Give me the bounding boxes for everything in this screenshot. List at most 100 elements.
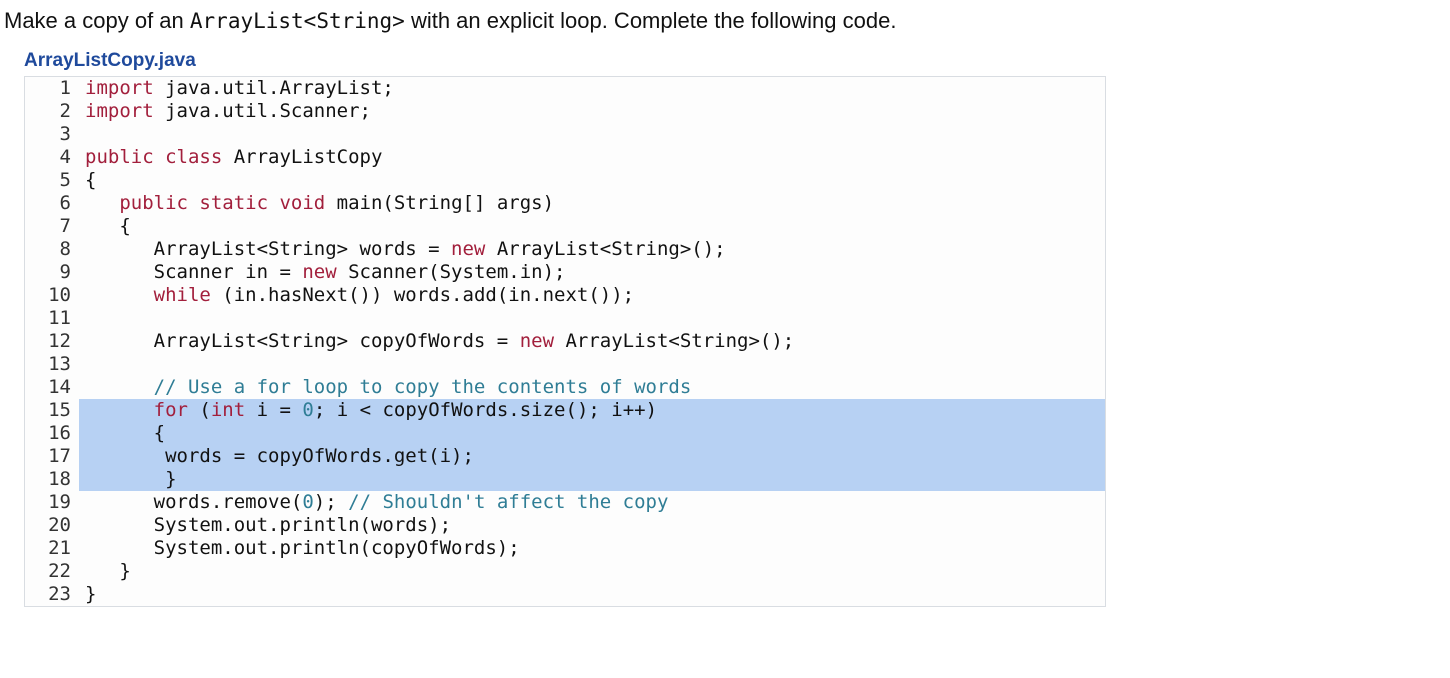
code-token: for [154,399,188,421]
code-content[interactable]: for (int i = 0; i < copyOfWords.size(); … [79,399,1105,422]
code-line[interactable]: 19 words.remove(0); // Shouldn't affect … [25,491,1105,514]
code-line[interactable]: 15 for (int i = 0; i < copyOfWords.size(… [25,399,1105,422]
line-number: 3 [25,123,79,146]
code-content[interactable]: Scanner in = new Scanner(System.in); [79,261,1105,284]
line-number: 14 [25,376,79,399]
code-token: 0 [302,491,313,513]
code-token: ArrayListCopy [222,146,382,168]
code-content[interactable] [79,307,1105,330]
code-line[interactable]: 12 ArrayList<String> copyOfWords = new A… [25,330,1105,353]
code-editor[interactable]: 1import java.util.ArrayList;2import java… [24,76,1106,607]
code-content[interactable]: { [79,215,1105,238]
code-content[interactable]: public class ArrayListCopy [79,146,1105,169]
line-number: 22 [25,560,79,583]
code-line[interactable]: 9 Scanner in = new Scanner(System.in); [25,261,1105,284]
code-token: } [85,468,177,490]
code-token: } [85,583,96,605]
instruction-mono: ArrayList<String> [190,9,405,33]
code-token: words = copyOfWords.get(i); [85,445,474,467]
code-token: } [85,560,131,582]
code-token: new [451,238,485,260]
code-token: // Shouldn't affect the copy [348,491,668,513]
code-token: { [85,422,165,444]
code-line[interactable]: 14 // Use a for loop to copy the content… [25,376,1105,399]
line-number: 10 [25,284,79,307]
code-token: import [85,100,154,122]
line-number: 20 [25,514,79,537]
code-line[interactable]: 23} [25,583,1105,606]
code-line[interactable]: 4public class ArrayListCopy [25,146,1105,169]
code-line[interactable]: 18 } [25,468,1105,491]
code-line[interactable]: 5{ [25,169,1105,192]
code-content[interactable]: // Use a for loop to copy the contents o… [79,376,1105,399]
code-token: public static void [119,192,325,214]
line-number: 11 [25,307,79,330]
code-content[interactable]: import java.util.ArrayList; [79,77,1105,100]
code-token: ArrayList<String> copyOfWords = [85,330,520,352]
code-token: 0 [302,399,313,421]
code-content[interactable]: } [79,560,1105,583]
code-token: i = [245,399,302,421]
code-content[interactable] [79,353,1105,376]
code-token: Scanner in = [85,261,302,283]
code-line[interactable]: 17 words = copyOfWords.get(i); [25,445,1105,468]
line-number: 13 [25,353,79,376]
code-content[interactable]: } [79,468,1105,491]
code-token: main(String[] args) [325,192,554,214]
code-token [85,284,154,306]
code-token: java.util.ArrayList; [154,77,394,99]
code-token: { [85,169,96,191]
code-content[interactable]: public static void main(String[] args) [79,192,1105,215]
line-number: 6 [25,192,79,215]
code-content[interactable]: ArrayList<String> words = new ArrayList<… [79,238,1105,261]
code-content[interactable]: } [79,583,1105,606]
code-token [85,376,154,398]
code-token: new [302,261,336,283]
code-content[interactable]: { [79,422,1105,445]
code-line[interactable]: 2import java.util.Scanner; [25,100,1105,123]
code-line[interactable]: 10 while (in.hasNext()) words.add(in.nex… [25,284,1105,307]
code-line[interactable]: 1import java.util.ArrayList; [25,77,1105,100]
code-line[interactable]: 7 { [25,215,1105,238]
code-line[interactable]: 21 System.out.println(copyOfWords); [25,537,1105,560]
code-content[interactable]: System.out.println(copyOfWords); [79,537,1105,560]
code-token: // Use a for loop to copy the contents o… [154,376,692,398]
code-token [85,192,119,214]
code-content[interactable]: words.remove(0); // Shouldn't affect the… [79,491,1105,514]
line-number: 7 [25,215,79,238]
code-token: ArrayList<String> words = [85,238,451,260]
code-line[interactable]: 11 [25,307,1105,330]
code-line[interactable]: 20 System.out.println(words); [25,514,1105,537]
code-token: ( [188,399,211,421]
code-content[interactable]: while (in.hasNext()) words.add(in.next()… [79,284,1105,307]
code-content[interactable]: import java.util.Scanner; [79,100,1105,123]
code-line[interactable]: 13 [25,353,1105,376]
code-content[interactable]: System.out.println(words); [79,514,1105,537]
code-line[interactable]: 3 [25,123,1105,146]
code-token: System.out.println(words); [85,514,451,536]
code-token: public class [85,146,222,168]
line-number: 17 [25,445,79,468]
line-number: 16 [25,422,79,445]
code-content[interactable]: words = copyOfWords.get(i); [79,445,1105,468]
code-line[interactable]: 6 public static void main(String[] args) [25,192,1105,215]
code-content[interactable] [79,123,1105,146]
code-line[interactable]: 16 { [25,422,1105,445]
code-token: ArrayList<String>(); [485,238,725,260]
line-number: 5 [25,169,79,192]
code-token: new [520,330,554,352]
code-token: (in.hasNext()) words.add(in.next()); [211,284,634,306]
code-line[interactable]: 8 ArrayList<String> words = new ArrayLis… [25,238,1105,261]
line-number: 8 [25,238,79,261]
line-number: 1 [25,77,79,100]
code-token: Scanner(System.in); [337,261,566,283]
code-content[interactable]: { [79,169,1105,192]
line-number: 15 [25,399,79,422]
line-number: 21 [25,537,79,560]
file-name-label: ArrayListCopy.java [24,50,1446,72]
code-line[interactable]: 22 } [25,560,1105,583]
code-token [85,399,154,421]
code-token: words.remove( [85,491,302,513]
code-token: while [154,284,211,306]
code-content[interactable]: ArrayList<String> copyOfWords = new Arra… [79,330,1105,353]
